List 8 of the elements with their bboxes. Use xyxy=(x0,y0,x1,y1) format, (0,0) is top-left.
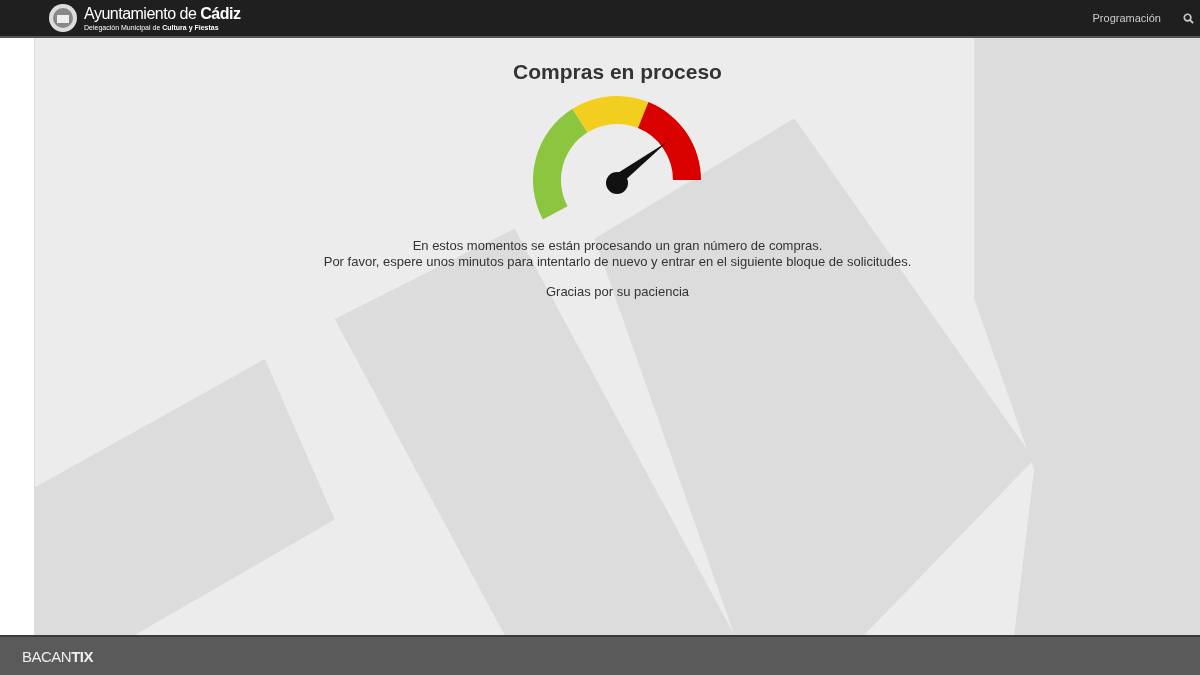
site-title: Ayuntamiento de Cádiz xyxy=(84,5,241,22)
footer-logo: BACANTIX xyxy=(22,647,94,665)
search-icon[interactable] xyxy=(1183,12,1194,24)
crest-logo-icon xyxy=(48,3,78,33)
thanks-message: Gracias por su paciencia xyxy=(545,284,690,299)
info-message: En estos momentos se están procesando un gran número de compras. Por favor, espere unos minutos para intentarlo de nuevo y entrar en el siguiente bloque de solicitudes. xyxy=(323,238,912,270)
page-heading: Compras en proceso xyxy=(513,60,722,84)
nav-link[interactable]: Programación xyxy=(1092,12,1161,24)
